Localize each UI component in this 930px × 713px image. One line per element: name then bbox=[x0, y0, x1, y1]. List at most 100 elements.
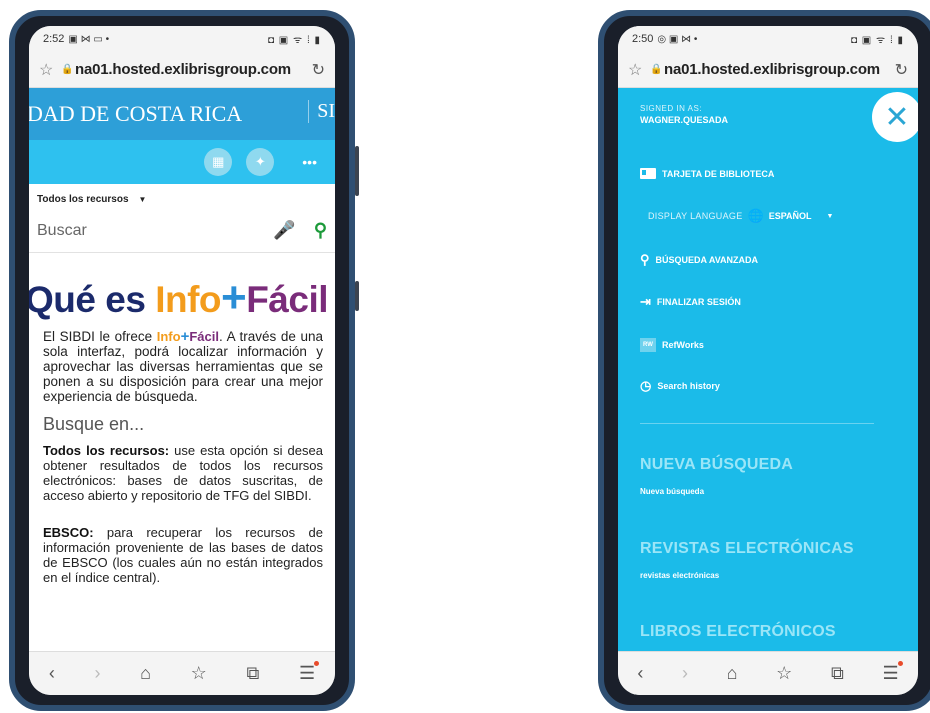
status-icons-right: ◘ ▣ ᯤ ⁞ ▮ bbox=[267, 35, 321, 46]
menu-glyph: ☰ bbox=[298, 663, 316, 683]
notification-dot bbox=[314, 661, 320, 666]
pin-icon[interactable]: ✦ bbox=[246, 148, 275, 176]
banner-right-text[interactable]: SI bbox=[308, 100, 335, 123]
reload-icon[interactable]: ↻ bbox=[312, 60, 325, 80]
id-card-icon bbox=[640, 168, 656, 179]
scope-label: Todos los recursos bbox=[37, 194, 129, 205]
bookmarks-icon[interactable]: ☆ bbox=[776, 663, 792, 684]
power-button bbox=[355, 281, 359, 311]
status-time: 2:52 bbox=[43, 33, 65, 45]
status-icons-left: ◎ ▣ ⋈ • bbox=[657, 33, 698, 45]
section-ebooks[interactable]: LIBROS ELECTRÓNICOS bbox=[640, 623, 836, 641]
advanced-search-item[interactable]: ⚲ BÚSQUEDA AVANZADA bbox=[640, 252, 758, 268]
all-resources-paragraph: Todos los recursos: use esta opción si d… bbox=[29, 439, 335, 503]
menu-divider bbox=[640, 423, 874, 424]
all-resources-label: Todos los recursos: bbox=[43, 443, 170, 458]
library-card-label: TARJETA DE BIBLIOTECA bbox=[662, 168, 775, 179]
ebsco-paragraph: EBSCO: para recuperar los recursos de in… bbox=[29, 521, 335, 585]
url-bar[interactable]: ☆ 🔒 na01.hosted.exlibrisgroup.com ↻ bbox=[618, 52, 918, 88]
back-icon[interactable]: ‹ bbox=[49, 663, 55, 684]
status-time: 2:50 bbox=[632, 33, 654, 45]
search-icon[interactable]: ⚲ bbox=[314, 220, 327, 241]
browser-nav-bar: ‹ › ⌂ ☆ ⧉ ☰ bbox=[618, 651, 918, 695]
tabs-icon[interactable]: ⧉ bbox=[246, 663, 259, 684]
section-ejournals-link[interactable]: revistas electrónicas bbox=[640, 571, 719, 580]
search-history-label: Search history bbox=[657, 381, 720, 391]
refworks-label: RefWorks bbox=[662, 340, 704, 350]
home-icon[interactable]: ⌂ bbox=[727, 663, 738, 684]
signed-in-label: SIGNED IN AS: bbox=[640, 104, 703, 113]
browser-nav-bar: ‹ › ⌂ ☆ ⧉ ☰ bbox=[29, 651, 335, 695]
status-icons-left: ▣ ⋈ ▭ • bbox=[68, 33, 110, 45]
status-bar: 2:50 ◎ ▣ ⋈ • ◘ ▣ ᯤ ⁞ ▮ bbox=[618, 26, 918, 52]
menu-glyph: ☰ bbox=[882, 663, 899, 683]
toolbar: ▦ ✦ ••• bbox=[29, 140, 335, 184]
url-bar[interactable]: ☆ 🔒 na01.hosted.exlibrisgroup.com ↻ bbox=[29, 52, 335, 88]
forward-icon[interactable]: › bbox=[94, 663, 100, 684]
right-screen: 2:50 ◎ ▣ ⋈ • ◘ ▣ ᯤ ⁞ ▮ ☆ 🔒 na01.hosted.e… bbox=[618, 26, 918, 695]
status-bar: 2:52 ▣ ⋈ ▭ • ◘ ▣ ᯤ ⁞ ▮ bbox=[29, 26, 335, 52]
notification-dot bbox=[897, 661, 903, 666]
volume-button bbox=[355, 146, 359, 196]
logout-label: FINALIZAR SESIÓN bbox=[656, 297, 741, 307]
bookmark-star-icon[interactable]: ☆ bbox=[628, 60, 650, 80]
bookmarks-icon[interactable]: ☆ bbox=[191, 663, 207, 684]
section-new-search-link[interactable]: Nueva búsqueda bbox=[640, 487, 704, 496]
hero-facil: Fácil bbox=[246, 279, 329, 320]
tabs-icon[interactable]: ⧉ bbox=[831, 663, 844, 684]
logout-item[interactable]: ⇥ FINALIZAR SESIÓN bbox=[640, 294, 741, 310]
forward-icon[interactable]: › bbox=[682, 663, 688, 684]
url-text[interactable]: na01.hosted.exlibrisgroup.com bbox=[75, 61, 312, 78]
chevron-down-icon: ▼ bbox=[826, 212, 834, 220]
chevron-down-icon: ▼ bbox=[138, 195, 147, 204]
home-icon[interactable]: ⌂ bbox=[140, 663, 151, 684]
phone-right: 2:50 ◎ ▣ ⋈ • ◘ ▣ ᯤ ⁞ ▮ ☆ 🔒 na01.hosted.e… bbox=[598, 10, 930, 711]
display-language-label: DISPLAY LANGUAGE bbox=[648, 211, 743, 221]
sign-out-icon: ⇥ bbox=[640, 294, 651, 309]
advanced-search-label: BÚSQUEDA AVANZADA bbox=[655, 255, 759, 265]
intro-pre: El SIBDI le ofrece bbox=[43, 329, 157, 344]
logo-info: Info bbox=[156, 329, 181, 344]
ebsco-label: EBSCO: bbox=[43, 525, 94, 540]
close-icon[interactable]: ✕ bbox=[872, 92, 918, 142]
intro-paragraph: El SIBDI le ofrece Info+Fácil. A través … bbox=[29, 323, 335, 404]
search-history-item[interactable]: ◷ Search history bbox=[640, 378, 720, 394]
refworks-icon: RW bbox=[640, 338, 656, 352]
infofacil-logo: Info+Fácil bbox=[157, 329, 219, 344]
lock-icon: 🔒 bbox=[61, 64, 74, 75]
side-menu: SIGNED IN AS: WAGNER.QUESADA ✕ TARJETA D… bbox=[618, 88, 918, 651]
logo-facil: Fácil bbox=[189, 329, 219, 344]
university-title: DAD DE COSTA RICA bbox=[29, 101, 243, 126]
back-icon[interactable]: ‹ bbox=[637, 663, 643, 684]
search-in-heading: Busque en... bbox=[43, 414, 145, 434]
microphone-icon[interactable]: 🎤 bbox=[273, 220, 295, 241]
globe-icon: 🌐 bbox=[747, 208, 764, 223]
bookmark-star-icon[interactable]: ☆ bbox=[39, 60, 61, 80]
display-language-select[interactable]: DISPLAY LANGUAGE 🌐 ESPAÑOL ▼ bbox=[648, 208, 833, 224]
search-bar[interactable]: Buscar 🎤 ⚲ bbox=[29, 209, 335, 253]
scope-select[interactable]: Todos los recursos ▼ bbox=[29, 184, 335, 209]
hero-info: Info bbox=[155, 279, 221, 320]
menu-icon[interactable]: ☰ bbox=[882, 661, 903, 684]
search-input[interactable]: Buscar bbox=[37, 222, 273, 240]
reload-icon[interactable]: ↻ bbox=[895, 60, 908, 80]
history-icon: ◷ bbox=[640, 378, 652, 393]
display-language-value: ESPAÑOL bbox=[768, 211, 812, 221]
hero-heading: Qué es Info+Fácil bbox=[29, 253, 335, 323]
hero-plus: + bbox=[221, 273, 247, 322]
more-options-icon[interactable]: ••• bbox=[302, 154, 317, 170]
hero-question: Qué es bbox=[29, 279, 156, 320]
menu-icon[interactable]: ☰ bbox=[298, 661, 320, 684]
search-icon: ⚲ bbox=[640, 252, 650, 267]
library-card-item[interactable]: TARJETA DE BIBLIOTECA bbox=[640, 168, 774, 179]
lock-icon: 🔒 bbox=[650, 64, 663, 75]
url-text[interactable]: na01.hosted.exlibrisgroup.com bbox=[664, 61, 895, 78]
left-screen: 2:52 ▣ ⋈ ▭ • ◘ ▣ ᯤ ⁞ ▮ ☆ 🔒 na01.hosted.e… bbox=[29, 26, 335, 695]
university-banner: DAD DE COSTA RICA SI bbox=[29, 88, 335, 140]
section-new-search[interactable]: NUEVA BÚSQUEDA bbox=[640, 456, 793, 474]
qr-code-icon[interactable]: ▦ bbox=[204, 148, 233, 176]
section-ejournals[interactable]: REVISTAS ELECTRÓNICAS bbox=[640, 540, 854, 558]
status-icons-right: ◘ ▣ ᯤ ⁞ ▮ bbox=[850, 35, 904, 46]
signed-in-user: WAGNER.QUESADA bbox=[640, 115, 729, 125]
refworks-item[interactable]: RW RefWorks bbox=[640, 338, 704, 352]
